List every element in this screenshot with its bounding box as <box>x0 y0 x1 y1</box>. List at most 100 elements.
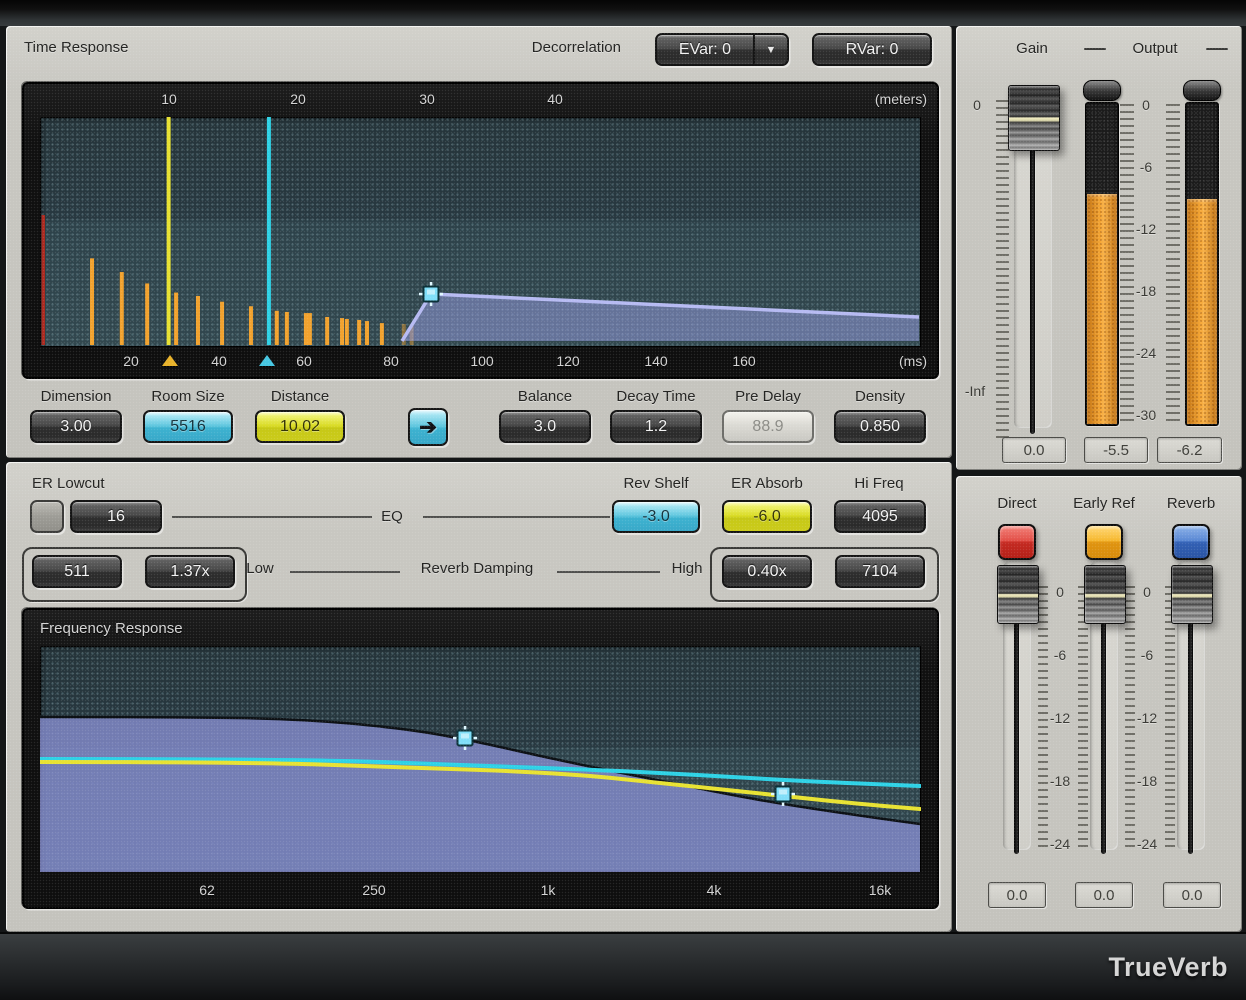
reverb-time-marker-icon[interactable] <box>259 355 275 366</box>
damping-low-ratio-button[interactable]: 1.37x <box>145 555 235 588</box>
meters-axis-unit: (meters) <box>875 91 927 107</box>
frequency-response-svg[interactable] <box>40 646 921 872</box>
damping-high-freq-button[interactable]: 7104 <box>835 555 925 588</box>
evar-value: EVar: 0 <box>657 41 753 59</box>
frequency-response-graph[interactable]: Frequency Response 62 250 1k 4k 16k <box>22 608 939 909</box>
direct-value: 0.0 <box>1007 887 1028 904</box>
ms-tick: 140 <box>626 353 686 369</box>
ms-tick: 60 <box>274 353 334 369</box>
damping-low-ratio-value: 1.37x <box>170 563 209 581</box>
output-bracket-right <box>1206 48 1228 50</box>
direct-sound-marker <box>167 117 171 345</box>
rvar-button[interactable]: RVar: 0 <box>812 33 932 66</box>
damping-high-ratio-value: 0.40x <box>747 563 786 581</box>
rev-shelf-value-button[interactable]: -3.0 <box>612 500 700 533</box>
time-response-title: Time Response <box>24 39 129 56</box>
mix-scale-18: -18 <box>1040 773 1080 789</box>
meter-right-cap <box>1183 80 1221 101</box>
decay-time-label: Decay Time <box>601 388 711 405</box>
balance-value: 3.0 <box>534 418 556 436</box>
room-size-value: 5516 <box>170 418 206 436</box>
window-top-edge <box>0 0 1246 26</box>
output-meter-left-level <box>1087 194 1117 424</box>
early-ref-value: 0.0 <box>1094 887 1115 904</box>
er-lowcut-value-button[interactable]: 16 <box>70 500 162 533</box>
reverb-envelope-fill <box>402 294 919 341</box>
meters-tick: 10 <box>139 91 199 107</box>
dimension-value-button[interactable]: 3.00 <box>30 410 122 443</box>
decay-time-value-button[interactable]: 1.2 <box>610 410 702 443</box>
er-absorb-value: -6.0 <box>753 508 781 526</box>
copy-distance-button[interactable]: ➔ <box>408 408 448 446</box>
balance-value-button[interactable]: 3.0 <box>499 410 591 443</box>
early-ref-label: Early Ref <box>1059 495 1149 512</box>
reverb-mute-button[interactable] <box>1172 524 1210 560</box>
density-value: 0.850 <box>860 418 900 436</box>
gain-fader[interactable] <box>1008 85 1060 151</box>
damping-divider-line <box>557 571 660 573</box>
output-meter-left <box>1085 102 1119 426</box>
time-response-plot[interactable] <box>40 117 921 347</box>
early-ref-fader[interactable] <box>1084 565 1126 624</box>
damping-low-freq-button[interactable]: 511 <box>32 555 122 588</box>
meters-tick: 40 <box>525 91 585 107</box>
meter-ruler-left <box>1120 104 1134 422</box>
pre-delay-value-button[interactable]: 88.9 <box>722 410 814 443</box>
eq-label: EQ <box>372 508 412 525</box>
freq-tick: 16k <box>850 882 910 898</box>
evar-dropdown[interactable]: EVar: 0 ▼ <box>655 33 789 66</box>
mix-scale-24: -24 <box>1040 836 1080 852</box>
gain-value: 0.0 <box>1024 442 1045 459</box>
reverb-fader[interactable] <box>1171 565 1213 624</box>
reverb-start-marker <box>267 117 271 345</box>
er-lowcut-toggle-button[interactable] <box>30 500 64 533</box>
decay-time-value: 1.2 <box>645 418 667 436</box>
er-absorb-label: ER Absorb <box>712 475 822 492</box>
meter-scale-30: -30 <box>1124 407 1168 423</box>
output-right-value: -6.2 <box>1177 442 1203 459</box>
ms-tick: 40 <box>189 353 249 369</box>
output-right-value-box[interactable]: -6.2 <box>1157 437 1222 463</box>
output-left-value-box[interactable]: -5.5 <box>1084 437 1148 463</box>
gain-label: Gain <box>1002 40 1062 57</box>
eq-divider-line <box>423 516 610 518</box>
room-size-label: Room Size <box>133 388 243 405</box>
density-value-button[interactable]: 0.850 <box>834 410 926 443</box>
ms-axis-unit: (ms) <box>899 353 927 369</box>
damping-divider-line <box>290 571 400 573</box>
time-response-panel: Time Response Decorrelation EVar: 0 ▼ RV… <box>6 26 952 458</box>
chevron-down-icon[interactable]: ▼ <box>753 35 787 64</box>
reverb-damping-label: Reverb Damping <box>397 560 557 577</box>
hi-freq-value-button[interactable]: 4095 <box>834 500 926 533</box>
distance-value-button[interactable]: 10.02 <box>255 410 345 443</box>
er-lowcut-value: 16 <box>107 508 125 526</box>
time-response-graph[interactable]: 10 20 30 40 (meters) 20 40 60 80 100 120… <box>22 82 939 379</box>
freq-tick: 250 <box>344 882 404 898</box>
hi-freq-label: Hi Freq <box>824 475 934 492</box>
er-absorb-value-button[interactable]: -6.0 <box>722 500 812 533</box>
mix-scale-6: -6 <box>1040 647 1080 663</box>
early-ref-value-box[interactable]: 0.0 <box>1075 882 1133 908</box>
direct-value-box[interactable]: 0.0 <box>988 882 1046 908</box>
frequency-response-plot[interactable] <box>40 646 921 872</box>
time-response-svg[interactable] <box>40 117 921 347</box>
rev-shelf-value: -3.0 <box>642 508 670 526</box>
gain-fader-track[interactable] <box>1030 106 1035 434</box>
distance-value: 10.02 <box>280 418 320 436</box>
direct-label: Direct <box>972 495 1062 512</box>
meter-ruler-right <box>1166 104 1180 422</box>
pre-delay-label: Pre Delay <box>713 388 823 405</box>
reverb-value-box[interactable]: 0.0 <box>1163 882 1221 908</box>
er-lowcut-label: ER Lowcut <box>32 475 105 492</box>
gain-value-box[interactable]: 0.0 <box>1002 437 1066 463</box>
direct-time-marker-icon[interactable] <box>162 355 178 366</box>
direct-mute-button[interactable] <box>998 524 1036 560</box>
ms-tick: 160 <box>714 353 774 369</box>
direct-fader[interactable] <box>997 565 1039 624</box>
room-size-value-button[interactable]: 5516 <box>143 410 233 443</box>
ms-tick: 120 <box>538 353 598 369</box>
early-ref-mute-button[interactable] <box>1085 524 1123 560</box>
density-label: Density <box>825 388 935 405</box>
damping-high-ratio-button[interactable]: 0.40x <box>722 555 812 588</box>
gain-scale-0: 0 <box>960 97 994 113</box>
